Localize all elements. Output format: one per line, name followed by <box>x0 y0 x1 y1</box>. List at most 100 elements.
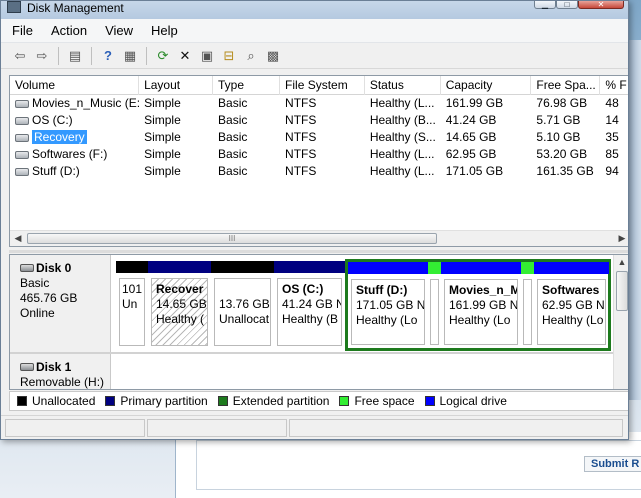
menu-help[interactable]: Help <box>151 23 178 38</box>
legend-label: Extended partition <box>232 394 330 408</box>
disk-0-type: Basic <box>20 276 50 290</box>
free-space-segment[interactable] <box>428 262 441 348</box>
refresh-icon[interactable]: ⟳ <box>154 47 172 65</box>
volume-drive-icon <box>15 100 29 108</box>
free-space-cell: 53.20 GB <box>536 147 588 161</box>
legend-item-extended: Extended partition <box>217 394 330 408</box>
partition-bar-primary <box>148 261 211 273</box>
scrollbar-thumb[interactable]: III <box>27 233 437 244</box>
partition-softwares-f[interactable]: Softwares 62.95 GB N Healthy (Lo <box>534 262 609 348</box>
legend-label: Unallocated <box>32 394 96 408</box>
table-row-selected[interactable]: Recovery Simple Basic NTFS Healthy (S...… <box>10 129 628 146</box>
legend-item-unallocated: Unallocated <box>17 394 95 408</box>
search-icon[interactable]: ⌕ <box>242 47 260 65</box>
file-system-cell: NTFS <box>285 96 317 110</box>
free-space-cell: 161.35 GB <box>536 164 594 178</box>
status-cell: Healthy (S... <box>369 130 436 144</box>
type-cell: Basic <box>218 147 248 161</box>
partition-body: Softwares 62.95 GB N Healthy (Lo <box>537 279 606 345</box>
title-bar[interactable]: Disk Management ▁ □ ✕ <box>1 1 628 19</box>
partition-movies-e[interactable]: Movies_n_M 161.99 GB N Healthy (Lo <box>441 262 521 348</box>
menu-bar: File Action View Help <box>1 19 628 43</box>
column-percent-free[interactable]: % F <box>600 76 628 95</box>
volume-list: Volume Layout Type File System Status Ca… <box>9 75 628 247</box>
legend-label: Logical drive <box>439 394 507 408</box>
console-tree-icon[interactable]: ▤ <box>66 47 84 65</box>
layout-cell: Simple <box>144 130 181 144</box>
background-form <box>175 432 641 498</box>
column-capacity[interactable]: Capacity <box>441 76 532 95</box>
scroll-left-icon[interactable]: ◀ <box>10 231 26 246</box>
table-row[interactable]: Movies_n_Music (E:) Simple Basic NTFS He… <box>10 95 628 112</box>
volume-cell: Recovery <box>10 129 139 146</box>
percent-free-cell: 85 <box>605 147 619 161</box>
toolbar-separator <box>146 46 147 65</box>
show-hide-icon[interactable]: ▦ <box>121 47 139 65</box>
free-space-cell: 5.71 GB <box>536 113 581 127</box>
open-folder-icon[interactable]: ⊟ <box>220 47 238 65</box>
status-cell: Healthy (L... <box>369 147 435 161</box>
column-free-space[interactable]: Free Spa... <box>531 76 601 95</box>
disk-0-size: 465.76 GB <box>20 291 78 305</box>
help-icon[interactable]: ? <box>99 47 117 65</box>
properties-icon[interactable]: ▣ <box>198 47 216 65</box>
partition-body <box>430 279 439 345</box>
free-space-segment[interactable] <box>521 262 534 348</box>
legend-item-logical: Logical drive <box>424 394 507 408</box>
close-button[interactable]: ✕ <box>578 1 624 9</box>
table-row[interactable]: Stuff (D:) Simple Basic NTFS Healthy (L.… <box>10 163 628 180</box>
scrollbar-thumb[interactable] <box>616 271 628 311</box>
legend-swatch <box>105 396 116 406</box>
delete-icon[interactable]: ✕ <box>176 47 194 65</box>
toolbar: ⇦ ⇨ ▤ ? ▦ ⟳ ✕ ▣ ⊟ ⌕ ▩ <box>1 43 628 69</box>
disk-0-label[interactable]: Disk 0 Basic 465.76 GB Online <box>10 255 111 352</box>
disk-management-window: Disk Management ▁ □ ✕ File Action View H… <box>0 0 629 440</box>
submit-button[interactable]: Submit R <box>584 456 641 472</box>
partition-stuff-d[interactable]: Stuff (D:) 171.05 GB N Healthy (Lo <box>348 262 428 348</box>
free-space-bar <box>521 262 534 274</box>
column-layout[interactable]: Layout <box>139 76 213 95</box>
disk-0-state: Online <box>20 306 55 320</box>
menu-view[interactable]: View <box>105 23 133 38</box>
file-system-cell: NTFS <box>285 147 317 161</box>
partition-name: Softwares <box>542 283 600 297</box>
partition-status: Unallocat <box>219 312 270 326</box>
column-file-system[interactable]: File System <box>280 76 365 95</box>
table-row[interactable]: Softwares (F:) Simple Basic NTFS Healthy… <box>10 146 628 163</box>
partition-os-c[interactable]: OS (C:) 41.24 GB N Healthy (B <box>274 261 345 349</box>
partition-status: Healthy (Lo <box>542 313 604 327</box>
partition-bar-logical <box>441 262 521 274</box>
toolbar-separator <box>58 46 59 65</box>
horizontal-scrollbar[interactable]: ◀ III ▶ <box>10 230 628 246</box>
scroll-right-icon[interactable]: ▶ <box>614 231 628 246</box>
forward-arrow-icon[interactable]: ⇨ <box>33 47 51 65</box>
maximize-button[interactable]: □ <box>556 1 578 9</box>
menu-action[interactable]: Action <box>51 23 87 38</box>
vertical-scrollbar[interactable]: ▲ <box>613 255 628 389</box>
capacity-cell: 14.65 GB <box>445 130 497 144</box>
minimize-button[interactable]: ▁ <box>534 1 556 9</box>
column-status[interactable]: Status <box>365 76 441 95</box>
volume-cell: Softwares (F:) <box>10 146 139 163</box>
partition-body: 101 Un <box>119 278 145 346</box>
disk-0-name: Disk 0 <box>36 261 72 275</box>
back-arrow-icon[interactable]: ⇦ <box>11 47 29 65</box>
partition-unallocated-small[interactable]: 101 Un <box>116 261 148 349</box>
column-volume[interactable]: Volume <box>10 76 140 95</box>
menu-file[interactable]: File <box>12 23 33 38</box>
column-type[interactable]: Type <box>213 76 281 95</box>
free-space-bar <box>428 262 441 274</box>
partition-recovery[interactable]: Recover 14.65 GB Healthy ( <box>148 261 211 349</box>
pane-splitter[interactable] <box>9 250 628 253</box>
table-row[interactable]: OS (C:) Simple Basic NTFS Healthy (B... … <box>10 112 628 129</box>
settings-icon[interactable]: ▩ <box>264 47 282 65</box>
scroll-up-icon[interactable]: ▲ <box>614 255 628 270</box>
disk-1-name: Disk 1 <box>36 360 72 374</box>
partition-unallocated[interactable]: 13.76 GB Unallocat <box>211 261 274 349</box>
file-system-cell: NTFS <box>285 130 317 144</box>
disk-1-label[interactable]: Disk 1 Removable (H:) <box>10 354 111 389</box>
disk-management-app-icon <box>7 1 21 13</box>
partition-status: Healthy (Lo <box>449 313 511 327</box>
partition-bar-unallocated <box>211 261 274 273</box>
status-bar <box>1 415 628 439</box>
